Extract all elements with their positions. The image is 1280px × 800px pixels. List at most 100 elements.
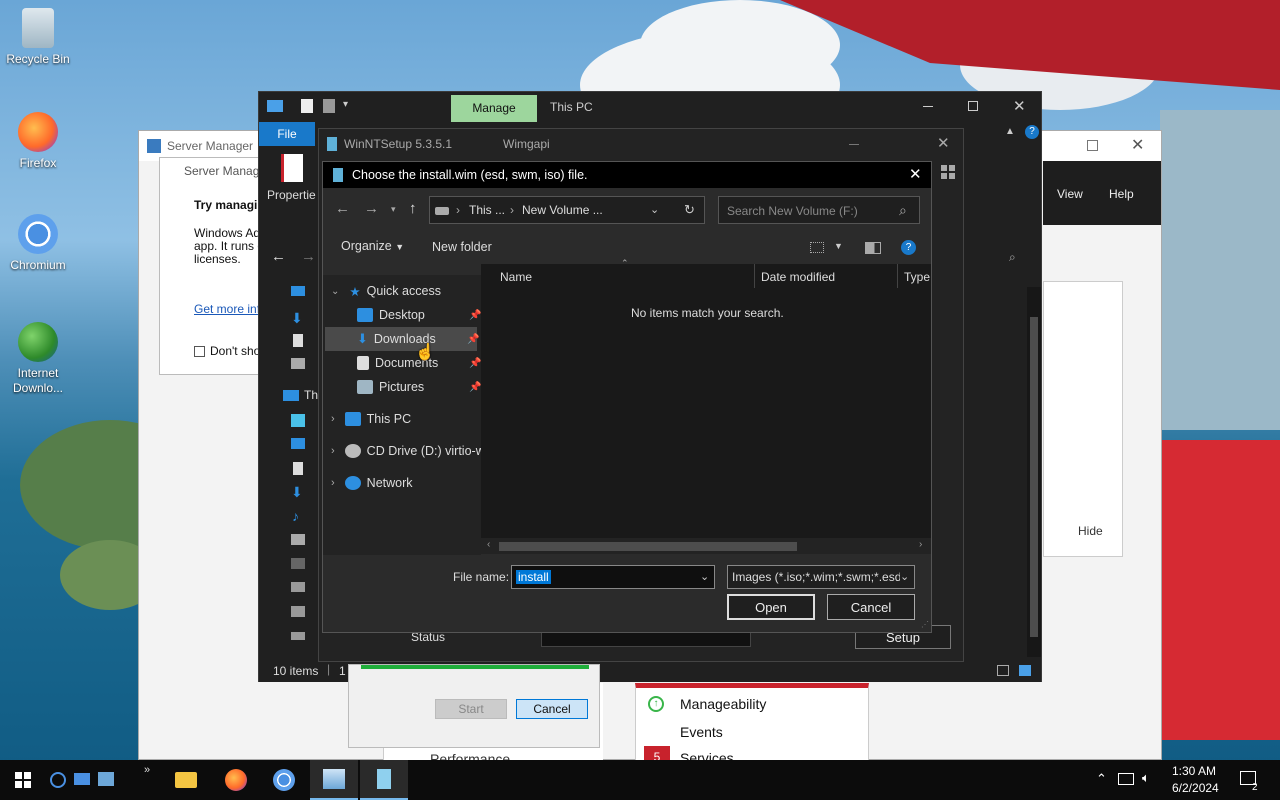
menu-help[interactable]: Help <box>1109 187 1134 201</box>
pin-icon[interactable]: 📌 <box>469 310 481 321</box>
properties-ribbon-icon[interactable] <box>281 154 303 182</box>
recent-locations-icon[interactable]: ▾ <box>391 204 396 215</box>
pin-icon[interactable]: 📌 <box>469 358 481 369</box>
taskbar-firefox[interactable] <box>212 760 260 800</box>
chevron-down-icon[interactable]: ⌄ <box>650 203 659 216</box>
explorer-ribbon-file[interactable]: File <box>259 122 315 146</box>
view-options-icon[interactable] <box>810 242 824 253</box>
forward-arrow-icon[interactable]: → <box>364 200 379 217</box>
progress-bar <box>361 665 589 669</box>
search-input[interactable]: Search New Volume (F:) ⌕ <box>718 196 920 224</box>
column-name[interactable]: Name <box>500 270 532 284</box>
overflow-chevron-icon[interactable]: » <box>144 764 150 776</box>
minimize-icon[interactable] <box>849 144 859 145</box>
taskbar-chromium[interactable] <box>260 760 308 800</box>
tools-taskbar-icon[interactable] <box>98 772 114 786</box>
tab-manage[interactable]: Manage <box>451 95 537 122</box>
large-icons-view-icon[interactable] <box>1019 665 1031 676</box>
help-icon[interactable]: ? <box>901 240 916 255</box>
refresh-icon[interactable]: ↻ <box>684 202 695 218</box>
close-icon[interactable]: ✕ <box>937 134 950 152</box>
nav-cd-drive[interactable]: › CD Drive (D:) virtio-w <box>331 439 485 463</box>
taskbar-server-manager[interactable] <box>310 760 358 800</box>
horizontal-scrollbar[interactable]: ‹ › <box>481 538 931 554</box>
resize-grip-icon[interactable]: ⋰ <box>921 620 929 629</box>
hide-link[interactable]: Hide <box>1078 524 1103 538</box>
events-link[interactable]: Events <box>680 724 723 740</box>
documents-icon <box>357 356 369 370</box>
start-button[interactable]: Start <box>435 699 507 719</box>
explorer-scrollbar[interactable] <box>1027 287 1041 657</box>
nav-this-pc[interactable]: › This PC <box>331 407 411 431</box>
chevron-down-icon[interactable]: ▼ <box>834 241 843 251</box>
cancel-button[interactable]: Cancel <box>827 594 915 620</box>
winntsetup-app-icon <box>327 137 337 151</box>
clock-time[interactable]: 1:30 AM <box>1172 764 1216 778</box>
search-icon[interactable]: ⌕ <box>1009 250 1016 265</box>
progress-cancel-button[interactable]: Cancel <box>516 699 588 719</box>
download-arrow-icon: ⬇ <box>357 331 368 346</box>
recycle-bin-desktop-icon[interactable]: Recycle Bin <box>0 8 76 66</box>
minimize-icon[interactable] <box>923 106 933 107</box>
nav-quick-access[interactable]: ⌄ ★ Quick access <box>331 279 441 303</box>
pin-icon[interactable]: 📌 <box>467 334 479 345</box>
back-arrow-icon[interactable]: ← <box>271 248 286 265</box>
scroll-right-icon[interactable]: › <box>919 539 922 550</box>
firefox-icon <box>18 112 58 152</box>
close-icon[interactable]: ✕ <box>909 165 922 183</box>
file-list[interactable]: ⌃ Name Date modified Type No items match… <box>481 258 931 554</box>
details-view-icon[interactable] <box>997 665 1009 676</box>
column-date-modified[interactable]: Date modified <box>761 270 835 284</box>
clock-date[interactable]: 6/2/2024 <box>1172 781 1219 795</box>
start-button[interactable] <box>0 760 46 800</box>
manageability-link[interactable]: Manageability <box>680 696 766 712</box>
dont-show-checkbox[interactable] <box>194 346 205 357</box>
pin-icon[interactable]: 📌 <box>469 382 481 393</box>
file-type-select[interactable]: Images (*.iso;*.wim;*.swm;*.esd ⌄ <box>727 565 915 589</box>
help-icon[interactable]: ? <box>1025 125 1039 139</box>
search-taskbar-icon[interactable] <box>50 772 66 788</box>
chromium-desktop-icon[interactable]: Chromium <box>0 214 76 272</box>
ribbon-collapse-icon[interactable]: ▲ <box>1005 126 1015 137</box>
get-more-info-link[interactable]: Get more info <box>194 302 267 316</box>
nav-downloads[interactable]: ⬇ Downloads 📌 <box>325 327 479 351</box>
chevron-down-icon[interactable]: ⌄ <box>700 570 709 583</box>
breadcrumb-this-pc[interactable]: This ... <box>469 203 505 217</box>
taskbar-file-explorer[interactable] <box>162 760 210 800</box>
internet-download-desktop-icon[interactable]: Internet Downlo... <box>0 322 76 396</box>
volume-tray-icon[interactable]: 🔈︎ <box>1142 770 1150 786</box>
maximize-icon[interactable] <box>968 101 978 111</box>
network-tray-icon[interactable] <box>1118 773 1134 785</box>
firefox-desktop-icon[interactable]: Firefox <box>0 112 76 170</box>
show-hidden-icons-icon[interactable]: ⌃ <box>1096 771 1107 787</box>
preview-pane-icon[interactable] <box>865 242 881 254</box>
organize-button[interactable]: Organize ▼ <box>341 239 404 253</box>
breadcrumb-new-volume[interactable]: New Volume ... <box>522 203 603 217</box>
properties-icon[interactable] <box>323 99 335 113</box>
back-arrow-icon[interactable]: ← <box>335 200 350 217</box>
nav-desktop[interactable]: Desktop 📌 <box>357 303 481 327</box>
close-icon[interactable]: ✕ <box>1131 135 1144 155</box>
scroll-left-icon[interactable]: ‹ <box>487 539 490 550</box>
address-bar[interactable]: › This ... › New Volume ... ⌄ ↻ <box>429 196 705 224</box>
quick-save-icon[interactable] <box>301 99 313 113</box>
explorer-app-icon <box>267 100 283 112</box>
new-folder-button[interactable]: New folder <box>432 240 492 254</box>
taskbar-winntsetup[interactable] <box>360 760 408 800</box>
menu-view[interactable]: View <box>1057 187 1083 201</box>
chevron-down-icon[interactable]: ▾ <box>343 99 348 110</box>
file-name-input[interactable]: install ⌄ <box>511 565 715 589</box>
nav-pictures[interactable]: Pictures 📌 <box>357 375 481 399</box>
mouse-pointer-icon: ☝ <box>415 344 435 361</box>
open-button[interactable]: Open <box>727 594 815 620</box>
forward-arrow-icon[interactable]: → <box>301 248 316 265</box>
server-manager-taskbar-icon[interactable] <box>74 773 90 785</box>
folder-icon <box>175 772 197 788</box>
nav-network[interactable]: › Network <box>331 471 413 495</box>
column-type[interactable]: Type <box>904 270 930 284</box>
up-arrow-icon[interactable]: ↑ <box>409 200 417 217</box>
maximize-icon[interactable] <box>1087 140 1098 151</box>
sort-indicator-icon: ⌃ <box>621 258 629 268</box>
server-manager-icon <box>323 769 345 789</box>
close-icon[interactable]: ✕ <box>1013 97 1026 115</box>
